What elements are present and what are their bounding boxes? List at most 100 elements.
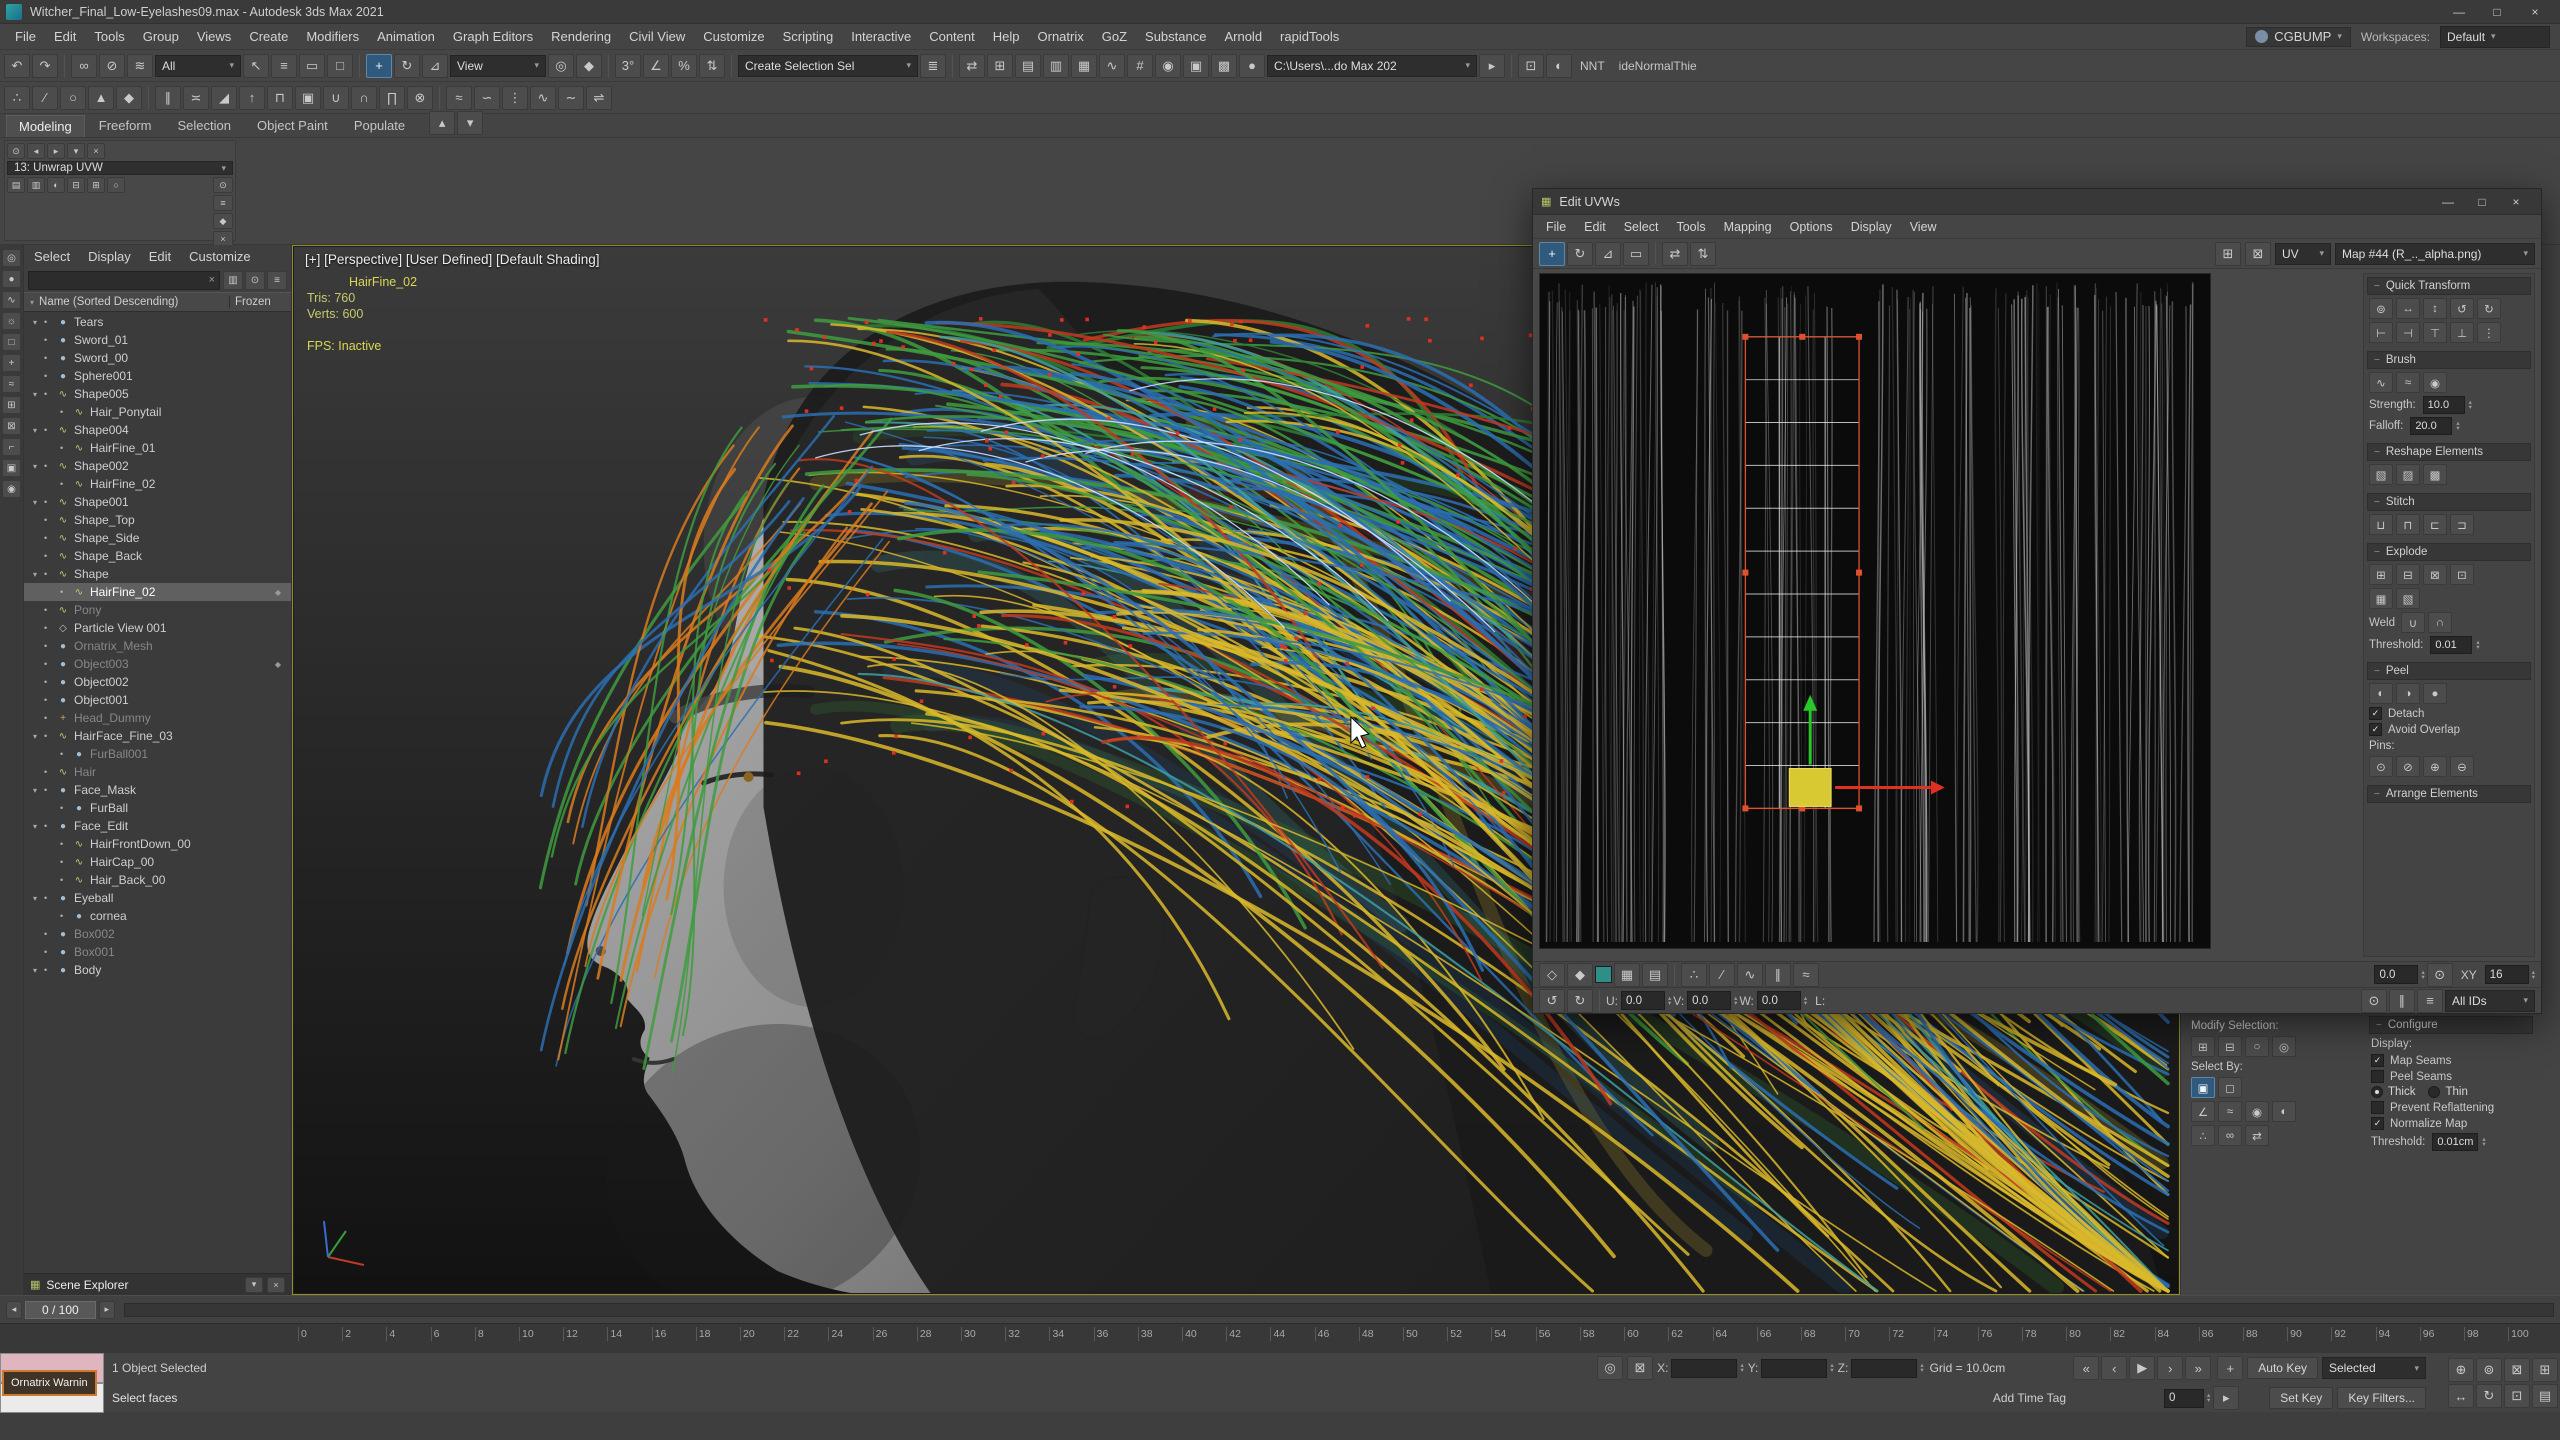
visibility-dot-icon[interactable]: • xyxy=(44,551,52,561)
scene-object-row[interactable]: •●Object002 xyxy=(24,673,291,691)
pelt-map-icon[interactable]: ● xyxy=(2423,683,2447,704)
redo-icon[interactable]: ↷ xyxy=(32,54,58,78)
schematic-view-icon[interactable]: # xyxy=(1127,54,1153,78)
make-unique-icon[interactable]: ◆ xyxy=(213,213,233,229)
timeline-tick[interactable]: 40 xyxy=(1182,1327,1226,1341)
isolate-icon[interactable]: ⊡ xyxy=(1518,54,1544,78)
uv-freeform-icon[interactable]: ▭ xyxy=(1623,242,1649,266)
brush-options-icon[interactable]: ◉ xyxy=(2423,372,2447,393)
uvw-minimize-icon[interactable]: — xyxy=(2431,190,2465,214)
timeline-tick[interactable]: 20 xyxy=(740,1327,784,1341)
visibility-dot-icon[interactable]: • xyxy=(44,497,52,507)
visibility-dot-icon[interactable]: • xyxy=(44,893,52,903)
pin-icon[interactable]: ⊙ xyxy=(2369,756,2393,777)
pan-canvas-icon[interactable]: ◇ xyxy=(1539,963,1565,987)
flatten-material-icon[interactable]: ⊡ xyxy=(2450,564,2474,585)
thin-radio[interactable]: Thin xyxy=(2428,1086,2467,1098)
u-coordinate-field[interactable]: U:0.0▴▾ xyxy=(1606,991,1671,1010)
scene-object-row[interactable]: •∿Shape_Top xyxy=(24,511,291,529)
visibility-dot-icon[interactable]: • xyxy=(44,461,52,471)
peel-mode-icon[interactable]: ◑ xyxy=(2396,683,2420,704)
account-dropdown[interactable]: CGBUMP ▾ xyxy=(2246,27,2351,47)
timeline-tick[interactable]: 74 xyxy=(1934,1327,1978,1341)
falloff-linear-icon[interactable]: ∕ xyxy=(1709,963,1735,987)
display-all-icon[interactable]: ◎ xyxy=(2,249,21,267)
visibility-dot-icon[interactable]: • xyxy=(44,605,52,615)
visibility-dot-icon[interactable]: • xyxy=(44,929,52,939)
select-and-manipulate-icon[interactable]: ◆ xyxy=(576,54,602,78)
edge-loop-select-icon[interactable]: ∞ xyxy=(2218,1125,2242,1146)
selection-lock-icon[interactable]: ⊠ xyxy=(1627,1356,1653,1380)
stitch-custom-icon[interactable]: ⊔ xyxy=(2369,514,2393,535)
column-options-icon[interactable]: ▥ xyxy=(223,271,243,290)
move-vertical-icon[interactable]: ↕ xyxy=(2423,298,2447,319)
z-coordinate-field[interactable]: Z:▴▾ xyxy=(1838,1359,1924,1378)
timeline-tick[interactable]: 48 xyxy=(1359,1327,1403,1341)
timeline-tick[interactable]: 38 xyxy=(1138,1327,1182,1341)
scene-object-row[interactable]: •●Object001 xyxy=(24,691,291,709)
set-key-button[interactable]: Set Key xyxy=(2269,1387,2333,1409)
display-toggle-icon[interactable]: ◐ xyxy=(1546,54,1572,78)
visibility-dot-icon[interactable]: • xyxy=(60,443,68,453)
ignore-backfacing-icon[interactable]: ◐ xyxy=(2272,1101,2296,1122)
section-header[interactable]: −Peel xyxy=(2367,662,2531,680)
menu-help[interactable]: Help xyxy=(984,26,1029,47)
maximize-viewport-icon[interactable]: ⊡ xyxy=(2504,1384,2530,1408)
visibility-dot-icon[interactable]: • xyxy=(60,749,68,759)
falloff-smooth-icon[interactable]: ∿ xyxy=(1737,963,1763,987)
name-column-header[interactable]: ▾ Name (Sorted Descending) xyxy=(24,296,229,308)
menu-interactive[interactable]: Interactive xyxy=(842,26,920,47)
select-and-scale-icon[interactable]: ⊿ xyxy=(422,54,448,78)
loop-selection-icon[interactable]: ○ xyxy=(107,177,125,193)
explorer-menu-select[interactable]: Select xyxy=(26,247,78,266)
scene-object-row[interactable]: •●Box001 xyxy=(24,943,291,961)
window-crossing-icon[interactable]: □ xyxy=(327,54,353,78)
weld-vertices-icon[interactable]: ∪ xyxy=(323,86,349,110)
selection-set-dropdown[interactable]: Selected▾ xyxy=(2322,1357,2426,1379)
visibility-dot-icon[interactable]: • xyxy=(44,767,52,777)
undo-icon[interactable]: ↶ xyxy=(4,54,30,78)
menu-scripting[interactable]: Scripting xyxy=(774,26,843,47)
timeline-tick[interactable]: 90 xyxy=(2287,1327,2331,1341)
visibility-dot-icon[interactable]: • xyxy=(44,695,52,705)
expand-caret-icon[interactable]: ▾ xyxy=(30,498,40,507)
timeline-tick[interactable]: 96 xyxy=(2420,1327,2464,1341)
next-frame-arrow-icon[interactable]: ▸ xyxy=(99,1301,115,1319)
section-header[interactable]: −Configure xyxy=(2369,1016,2533,1034)
select-object-icon[interactable]: ↖ xyxy=(243,54,269,78)
show-grid-icon[interactable]: ⊞ xyxy=(2215,242,2241,266)
spinner-icon[interactable]: ▴▾ xyxy=(2456,421,2459,431)
pan-icon[interactable]: ↔ xyxy=(2448,1384,2474,1408)
grow-uv-selection-icon[interactable]: ⊞ xyxy=(2191,1036,2215,1057)
scene-object-row[interactable]: •∿HairFine_02 xyxy=(24,475,291,493)
prevent-reflattening-checkbox[interactable]: Prevent Reflattening xyxy=(2371,1101,2531,1114)
smooth-icon[interactable]: ∼ xyxy=(558,86,584,110)
tab-object-paint[interactable]: Object Paint xyxy=(245,115,340,137)
spinner-icon[interactable]: ▴▾ xyxy=(2476,640,2479,650)
scene-object-row[interactable]: •∿Shape_Side xyxy=(24,529,291,547)
scene-object-row[interactable]: •∿Hair_Ponytail xyxy=(24,403,291,421)
visibility-dot-icon[interactable]: • xyxy=(44,785,52,795)
timeline-tick[interactable]: 12 xyxy=(563,1327,607,1341)
pin-clear-icon[interactable]: ⊖ xyxy=(2450,756,2474,777)
align-top-icon[interactable]: ⊤ xyxy=(2423,322,2447,343)
options-menu-icon[interactable]: ≡ xyxy=(2417,989,2443,1013)
detach-checkbox[interactable]: ✓Detach xyxy=(2369,707,2529,720)
conform-brush-icon[interactable]: ∽ xyxy=(474,86,500,110)
display-geometry-icon[interactable]: ● xyxy=(2,270,21,288)
scene-object-row[interactable]: ▾•∿Shape005 xyxy=(24,385,291,403)
time-slider-handle[interactable]: 0 / 100 xyxy=(25,1301,96,1319)
timeline-tick[interactable]: 68 xyxy=(1801,1327,1845,1341)
mirror-icon[interactable]: ⇄ xyxy=(959,54,985,78)
add-marker-icon[interactable]: + xyxy=(2217,1356,2243,1380)
scene-object-row[interactable]: •+Head_Dummy xyxy=(24,709,291,727)
visibility-dot-icon[interactable]: • xyxy=(44,425,52,435)
visibility-dot-icon[interactable]: • xyxy=(44,533,52,543)
display-helpers-icon[interactable]: + xyxy=(2,354,21,372)
visibility-dot-icon[interactable]: • xyxy=(44,353,52,363)
visibility-dot-icon[interactable]: • xyxy=(44,371,52,381)
spinner-icon[interactable]: ▴▾ xyxy=(2482,1137,2485,1147)
visibility-dot-icon[interactable]: • xyxy=(60,911,68,921)
timeline-tick[interactable]: 8 xyxy=(475,1327,519,1341)
render-setup-icon[interactable]: ▣ xyxy=(1183,54,1209,78)
